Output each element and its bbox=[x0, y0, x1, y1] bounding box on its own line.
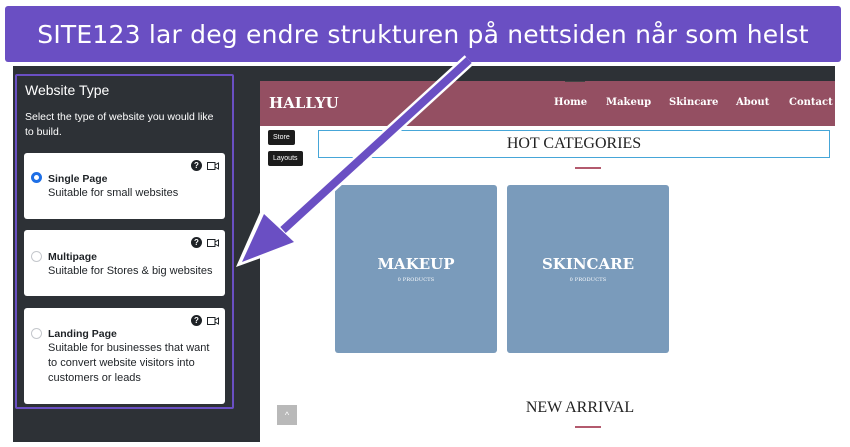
editor-frame: Website Type Select the type of website … bbox=[13, 66, 835, 442]
website-type-sidebar: Website Type Select the type of website … bbox=[13, 66, 235, 442]
menu-home[interactable]: Home bbox=[554, 97, 587, 108]
menu-contact[interactable]: Contact bbox=[789, 97, 833, 108]
category-name: SKINCARE bbox=[541, 255, 635, 273]
nav-notch bbox=[565, 81, 585, 82]
radio-landing-page[interactable] bbox=[31, 328, 42, 339]
option-description: Suitable for small websites bbox=[48, 187, 179, 199]
category-count: 0 PRODUCTS bbox=[569, 277, 607, 283]
category-card-makeup[interactable]: MAKEUP 0 PRODUCTS bbox=[335, 185, 497, 353]
store-button[interactable]: Store bbox=[268, 130, 295, 145]
option-landing-page[interactable]: ? Landing Page Suitable for businesses t… bbox=[24, 308, 225, 404]
option-name: Multipage bbox=[48, 251, 97, 263]
title-underline bbox=[575, 167, 601, 169]
option-single-page[interactable]: ? Single Page Suitable for small website… bbox=[24, 153, 225, 219]
title-underline bbox=[575, 426, 601, 428]
section-title-hot-categories[interactable]: HOT CATEGORIES bbox=[318, 130, 830, 158]
video-camera-icon[interactable] bbox=[207, 161, 219, 171]
title-banner: SITE123 lar deg endre strukturen på nett… bbox=[5, 6, 841, 62]
video-camera-icon[interactable] bbox=[207, 316, 219, 326]
help-icon[interactable]: ? bbox=[191, 160, 202, 171]
menu-skincare[interactable]: Skincare bbox=[669, 97, 718, 108]
menu-makeup[interactable]: Makeup bbox=[606, 97, 651, 108]
option-multipage[interactable]: ? Multipage Suitable for Stores & big we… bbox=[24, 230, 225, 296]
site-navbar: HALLYU Home Makeup Skincare About Contac… bbox=[260, 81, 835, 126]
option-description: Suitable for Stores & big websites bbox=[48, 265, 213, 277]
sidebar-title: Website Type bbox=[25, 82, 110, 98]
category-name: MAKEUP bbox=[377, 255, 455, 273]
site-menu: Home Makeup Skincare About Contact bbox=[260, 97, 835, 111]
help-icon[interactable]: ? bbox=[191, 315, 202, 326]
menu-about[interactable]: About bbox=[736, 97, 769, 108]
help-icon[interactable]: ? bbox=[191, 237, 202, 248]
option-name: Single Page bbox=[48, 173, 108, 185]
category-card-skincare[interactable]: SKINCARE 0 PRODUCTS bbox=[507, 185, 669, 353]
radio-multipage[interactable] bbox=[31, 251, 42, 262]
banner-text: SITE123 lar deg endre strukturen på nett… bbox=[37, 19, 809, 49]
section-title-text: HOT CATEGORIES bbox=[506, 135, 642, 152]
section-title-new-arrival: NEW ARRIVAL bbox=[525, 399, 635, 416]
layouts-button[interactable]: Layouts bbox=[268, 151, 303, 166]
option-name: Landing Page bbox=[48, 328, 117, 340]
website-preview: HALLYU Home Makeup Skincare About Contac… bbox=[260, 81, 835, 442]
option-description: Suitable for businesses that want to con… bbox=[48, 342, 210, 384]
category-count: 0 PRODUCTS bbox=[397, 277, 435, 283]
sidebar-description: Select the type of website you would lik… bbox=[25, 111, 214, 138]
radio-single-page[interactable] bbox=[31, 172, 42, 183]
video-camera-icon[interactable] bbox=[207, 238, 219, 248]
